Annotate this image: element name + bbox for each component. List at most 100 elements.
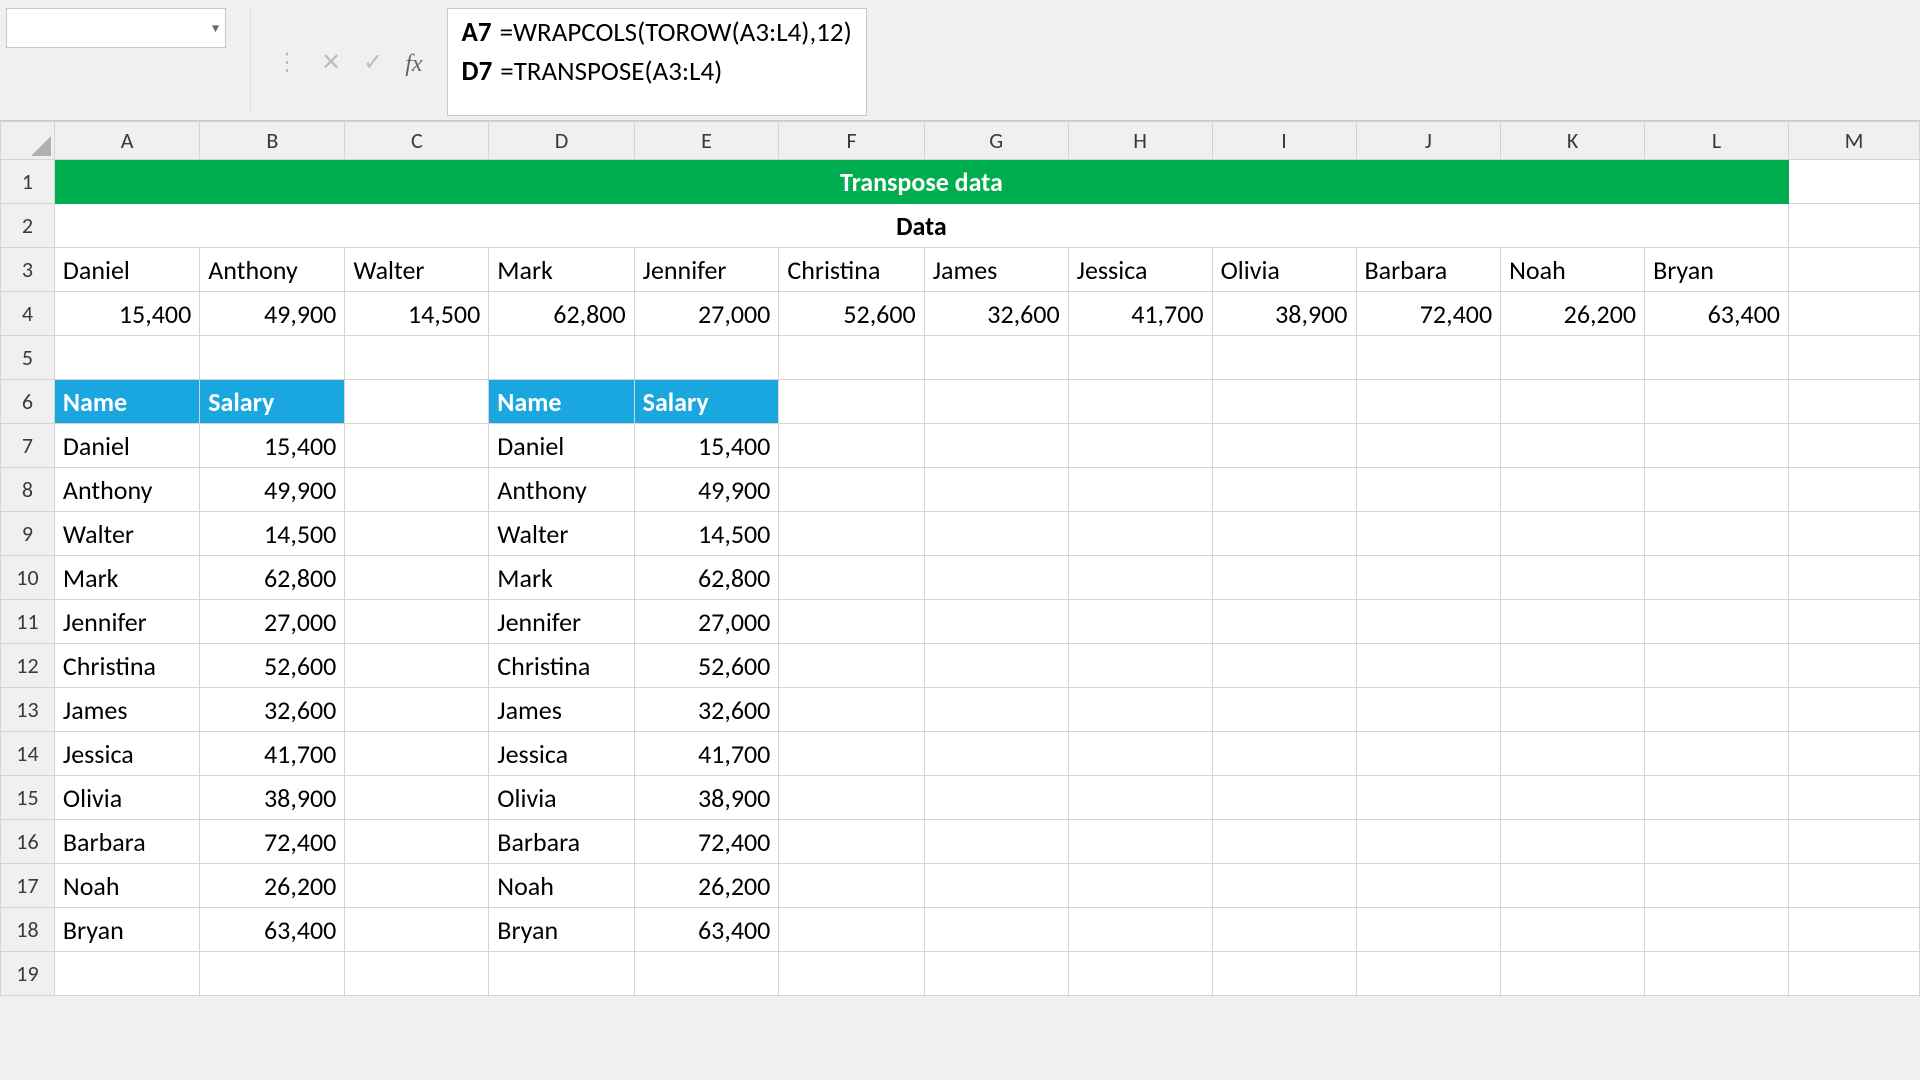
- cell[interactable]: [1356, 468, 1501, 512]
- cell[interactable]: [1645, 600, 1789, 644]
- row-header[interactable]: 14: [1, 732, 55, 776]
- table-cell-salary[interactable]: 63,400: [634, 908, 779, 952]
- cell[interactable]: [779, 820, 924, 864]
- row-header[interactable]: 5: [1, 336, 55, 380]
- table-cell-name[interactable]: James: [489, 688, 634, 732]
- cell[interactable]: [1068, 644, 1212, 688]
- row-header[interactable]: 2: [1, 204, 55, 248]
- cell[interactable]: [1356, 424, 1501, 468]
- cell[interactable]: [1068, 732, 1212, 776]
- table-header-salary[interactable]: Salary: [200, 380, 345, 424]
- name-cell[interactable]: Mark: [489, 248, 634, 292]
- salary-cell[interactable]: 32,600: [924, 292, 1068, 336]
- row-header[interactable]: 15: [1, 776, 55, 820]
- name-cell[interactable]: Christina: [779, 248, 924, 292]
- salary-cell[interactable]: 49,900: [200, 292, 345, 336]
- row-header[interactable]: 13: [1, 688, 55, 732]
- salary-cell[interactable]: 27,000: [634, 292, 779, 336]
- cell[interactable]: [1356, 380, 1501, 424]
- cell[interactable]: [1501, 512, 1645, 556]
- data-label-cell[interactable]: Data: [54, 204, 1788, 248]
- cell[interactable]: [634, 336, 779, 380]
- cell[interactable]: [1788, 864, 1919, 908]
- name-cell[interactable]: Walter: [345, 248, 489, 292]
- cell[interactable]: [1645, 864, 1789, 908]
- table-cell-name[interactable]: Bryan: [489, 908, 634, 952]
- table-cell-name[interactable]: Mark: [54, 556, 199, 600]
- table-header-salary[interactable]: Salary: [634, 380, 779, 424]
- cell[interactable]: [1645, 820, 1789, 864]
- cell[interactable]: [1212, 952, 1356, 996]
- name-cell[interactable]: Barbara: [1356, 248, 1501, 292]
- cell[interactable]: [779, 336, 924, 380]
- cell[interactable]: [1788, 688, 1919, 732]
- cell[interactable]: [1212, 732, 1356, 776]
- column-header[interactable]: J: [1356, 122, 1501, 160]
- name-cell[interactable]: Bryan: [1645, 248, 1789, 292]
- cell[interactable]: [1356, 864, 1501, 908]
- cell[interactable]: [1212, 908, 1356, 952]
- cell[interactable]: [1068, 380, 1212, 424]
- cell[interactable]: [1068, 512, 1212, 556]
- row-header[interactable]: 4: [1, 292, 55, 336]
- row-header[interactable]: 1: [1, 160, 55, 204]
- cell[interactable]: [1212, 336, 1356, 380]
- cell[interactable]: [1501, 468, 1645, 512]
- table-cell-name[interactable]: Mark: [489, 556, 634, 600]
- cell[interactable]: [1212, 644, 1356, 688]
- table-cell-name[interactable]: James: [54, 688, 199, 732]
- table-cell-name[interactable]: Daniel: [54, 424, 199, 468]
- cell[interactable]: [1356, 556, 1501, 600]
- cell[interactable]: [924, 380, 1068, 424]
- column-header[interactable]: L: [1645, 122, 1789, 160]
- cell[interactable]: [1501, 380, 1645, 424]
- table-cell-name[interactable]: Jessica: [54, 732, 199, 776]
- column-header[interactable]: M: [1788, 122, 1919, 160]
- row-header[interactable]: 9: [1, 512, 55, 556]
- cell[interactable]: [1212, 688, 1356, 732]
- table-cell-salary[interactable]: 15,400: [634, 424, 779, 468]
- cell[interactable]: [1788, 160, 1919, 204]
- cell[interactable]: [924, 600, 1068, 644]
- table-cell-name[interactable]: Walter: [54, 512, 199, 556]
- name-cell[interactable]: Daniel: [54, 248, 199, 292]
- cell[interactable]: [779, 776, 924, 820]
- cell[interactable]: [489, 336, 634, 380]
- cell[interactable]: [1068, 600, 1212, 644]
- table-cell-salary[interactable]: 38,900: [634, 776, 779, 820]
- table-cell-salary[interactable]: 41,700: [634, 732, 779, 776]
- table-cell-salary[interactable]: 41,700: [200, 732, 345, 776]
- cancel-icon[interactable]: ✕: [321, 51, 341, 75]
- cell[interactable]: [1645, 380, 1789, 424]
- cell[interactable]: [779, 556, 924, 600]
- row-header[interactable]: 6: [1, 380, 55, 424]
- cell[interactable]: [1788, 336, 1919, 380]
- cell[interactable]: [1788, 248, 1919, 292]
- table-cell-name[interactable]: Walter: [489, 512, 634, 556]
- cell[interactable]: [1788, 204, 1919, 248]
- name-cell[interactable]: Olivia: [1212, 248, 1356, 292]
- salary-cell[interactable]: 15,400: [54, 292, 199, 336]
- cell[interactable]: [779, 600, 924, 644]
- cell[interactable]: [1212, 776, 1356, 820]
- cell[interactable]: [1356, 820, 1501, 864]
- cell[interactable]: [1356, 776, 1501, 820]
- cell[interactable]: [924, 512, 1068, 556]
- cell[interactable]: [345, 644, 489, 688]
- cell[interactable]: [1212, 820, 1356, 864]
- cell[interactable]: [1501, 644, 1645, 688]
- cell[interactable]: [1501, 424, 1645, 468]
- table-cell-name[interactable]: Barbara: [489, 820, 634, 864]
- name-box[interactable]: ▾: [6, 8, 226, 48]
- table-cell-salary[interactable]: 49,900: [634, 468, 779, 512]
- cell[interactable]: [345, 424, 489, 468]
- name-cell[interactable]: Noah: [1501, 248, 1645, 292]
- name-cell[interactable]: Jessica: [1068, 248, 1212, 292]
- cell[interactable]: [1068, 952, 1212, 996]
- title-cell[interactable]: Transpose data: [54, 160, 1788, 204]
- cell[interactable]: [779, 952, 924, 996]
- cell[interactable]: [345, 820, 489, 864]
- cell[interactable]: [1788, 468, 1919, 512]
- table-cell-name[interactable]: Noah: [54, 864, 199, 908]
- table-cell-salary[interactable]: 27,000: [200, 600, 345, 644]
